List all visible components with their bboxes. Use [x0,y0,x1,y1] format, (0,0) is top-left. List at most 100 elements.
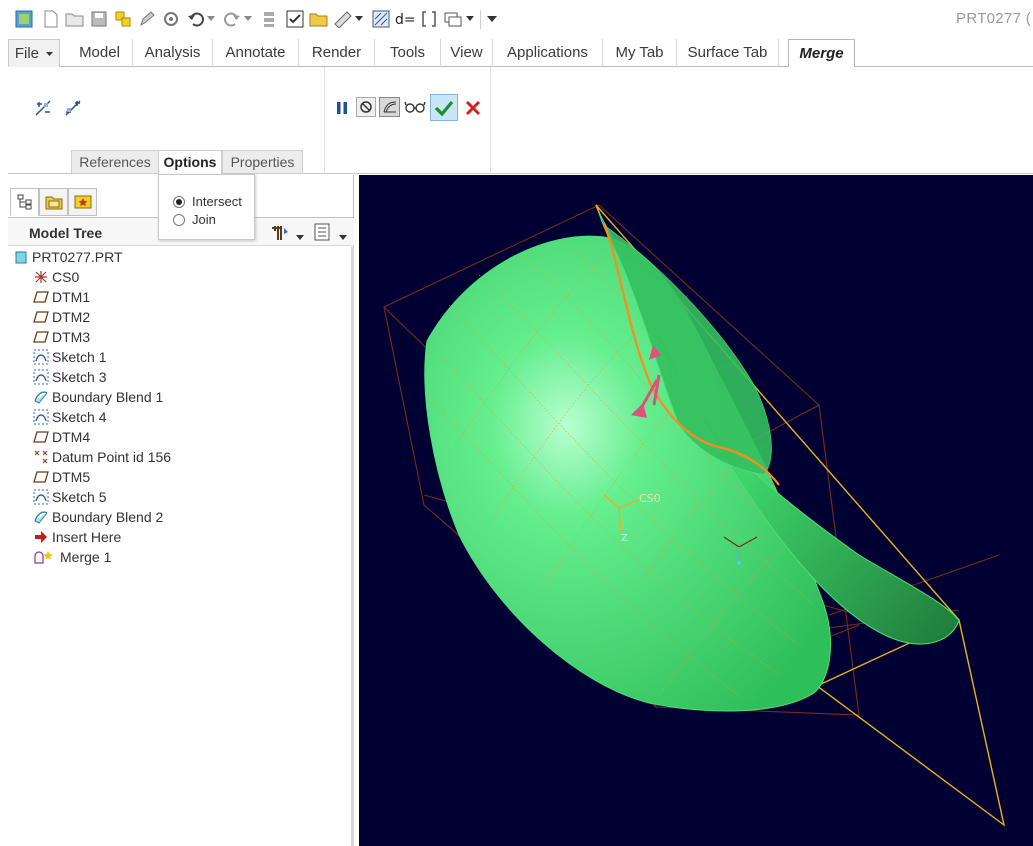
subtab-label: Options [163,154,217,170]
tree-item-dtm3[interactable]: DTM3 [33,327,90,347]
open-icon[interactable] [65,9,85,29]
tab-my-tab[interactable]: My Tab [603,39,677,67]
repeat-icon[interactable] [260,9,280,29]
intersect-radio[interactable]: Intersect [173,194,242,209]
glasses-preview-icon[interactable] [404,98,426,116]
tab-merge[interactable]: Merge [788,39,855,68]
axis-label: Z [621,533,628,544]
tab-label: Analysis [144,44,201,61]
tree-settings-icon[interactable] [270,224,290,242]
subtab-properties[interactable]: Properties [222,150,303,174]
quilt-reference-2-icon[interactable] [63,98,83,118]
regenerate-icon[interactable] [113,9,133,29]
radio-button[interactable] [173,213,185,226]
tree-item-label: Insert Here [52,529,122,545]
tab-view[interactable]: View [441,39,493,67]
verify-mode-icon[interactable] [379,97,400,117]
subtab-options[interactable]: Options [158,150,222,175]
boundary-blend-icon [33,509,49,525]
tab-analysis[interactable]: Analysis [133,39,213,67]
tree-item-boundary-blend-2[interactable]: Boundary Blend 2 [33,507,163,527]
brackets-icon[interactable] [419,9,439,29]
tree-settings-dropdown-icon[interactable] [296,228,304,240]
tree-item-cs0[interactable]: CS0 [33,267,79,287]
cancel-button[interactable] [462,97,484,119]
model-3d-view[interactable]: CS0 Z [359,175,1033,846]
sketch-icon [33,489,49,505]
quilt-reference-1-icon[interactable] [33,98,53,118]
show-dropdown-icon[interactable] [339,228,347,240]
tab-surface-tab[interactable]: Surface Tab [677,39,779,67]
tab-applications[interactable]: Applications [493,39,603,67]
tab-file[interactable]: File [8,39,60,67]
pause-icon[interactable] [334,99,350,117]
radio-label: Intersect [192,194,242,209]
tree-item-label: DTM4 [52,429,91,445]
tree-item-sketch3[interactable]: Sketch 3 [33,367,106,387]
tree-item-dtm5[interactable]: DTM5 [33,467,90,487]
tab-folder-browser[interactable] [39,188,68,216]
redo-dropdown-icon[interactable] [243,9,253,29]
tree-item-dtm4[interactable]: DTM4 [33,427,90,447]
tree-item-label: Datum Point id 156 [52,449,172,465]
tree-item-label: PRT0277.PRT [32,249,123,265]
checkmark-icon [434,100,454,116]
checkmark-box-icon[interactable] [285,9,305,29]
ruler-dropdown-icon[interactable] [354,9,364,29]
tab-tools[interactable]: Tools [375,39,441,67]
window-dropdown-icon[interactable] [465,9,475,29]
tree-item-dtm1[interactable]: DTM1 [33,287,90,307]
chevron-down-icon [46,51,54,56]
datum-plane-icon [33,289,49,305]
options-panel: Intersect Join [158,174,255,240]
redo-icon[interactable] [222,9,242,29]
tree-item-sketch1[interactable]: Sketch 1 [33,347,106,367]
tab-label: Surface Tab [687,44,768,61]
tab-annotate[interactable]: Annotate [213,39,299,67]
folder-icon[interactable] [309,9,329,29]
graphics-window[interactable]: CS0 Z [359,175,1033,846]
tree-item-part[interactable]: PRT0277.PRT [13,247,123,267]
customize-icon[interactable] [484,9,500,29]
tree-item-insert-here[interactable]: Insert Here [33,527,121,547]
tab-model-tree[interactable] [10,188,39,216]
model-tree-panel: Model Tree PRT0277.PRT CS0 DTM1 DTM2 DTM… [8,175,354,846]
tree-item-dtm2[interactable]: DTM2 [33,307,90,327]
undo-icon[interactable] [186,9,206,29]
tree-item-sketch4[interactable]: Sketch 4 [33,407,106,427]
settings-icon[interactable] [161,9,181,29]
show-icon[interactable] [314,223,332,243]
tree-item-sketch5[interactable]: Sketch 5 [33,487,106,507]
model-icon[interactable] [14,9,34,29]
undo-dropdown-icon[interactable] [206,9,216,29]
scrollbar[interactable] [351,247,354,846]
radio-button-selected[interactable] [173,195,185,208]
datum-display-icon[interactable] [371,9,391,29]
tree-item-boundary-blend-1[interactable]: Boundary Blend 1 [33,387,163,407]
tree-item-label: Boundary Blend 2 [52,509,164,525]
tab-label: Merge [799,45,844,62]
join-radio[interactable]: Join [173,212,216,227]
window-icon[interactable] [443,9,463,29]
save-icon[interactable] [89,9,109,29]
tree-item-label: Boundary Blend 1 [52,389,164,405]
new-icon[interactable] [41,9,61,29]
edit-icon[interactable] [137,9,157,29]
ok-button[interactable] [430,94,458,121]
tree-item-merge1[interactable]: Merge 1 [33,547,111,567]
subtab-references[interactable]: References [71,150,159,174]
tab-model[interactable]: Model [67,39,133,67]
datum-plane-icon [33,429,49,445]
radio-label: Join [192,212,216,227]
tree-item-datum-point[interactable]: Datum Point id 156 [33,447,171,467]
window-title: PRT0277 ( [956,10,1031,27]
ribbon-separator [324,67,325,174]
tab-favorites[interactable] [68,188,97,216]
ruler-icon[interactable] [333,9,353,29]
no-preview-icon[interactable] [356,97,376,117]
dimension-icon[interactable]: d= [395,9,415,29]
datum-plane-icon [33,309,49,325]
tab-render[interactable]: Render [299,39,375,67]
quick-access-toolbar: d= PRT0277 ( [0,0,1033,38]
model-tree-icon [17,194,31,210]
